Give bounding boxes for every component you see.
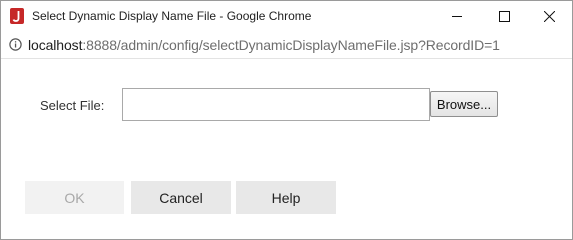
close-icon: [543, 10, 555, 22]
minimize-icon: [451, 15, 462, 17]
url-text[interactable]: localhost:8888/admin/config/selectDynami…: [28, 37, 500, 53]
select-file-label: Select File:: [40, 98, 105, 113]
close-button[interactable]: [526, 1, 572, 31]
title-bar[interactable]: Select Dynamic Display Name File - Googl…: [1, 1, 572, 31]
browse-button[interactable]: Browse...: [430, 91, 498, 117]
url-path: :8888/admin/config/selectDynamicDisplayN…: [82, 37, 500, 53]
info-icon[interactable]: [9, 38, 22, 51]
app-logo-icon: [10, 8, 24, 24]
cancel-button[interactable]: Cancel: [131, 181, 231, 214]
browser-window: Select Dynamic Display Name File - Googl…: [0, 0, 573, 240]
maximize-button[interactable]: [481, 1, 527, 31]
dialog-content: Select File: Browse... OK Cancel Help: [1, 59, 572, 239]
maximize-icon: [498, 10, 510, 22]
url-host: localhost: [28, 37, 83, 53]
ok-button[interactable]: OK: [25, 181, 124, 214]
window-title: Select Dynamic Display Name File - Googl…: [32, 9, 312, 23]
address-bar[interactable]: localhost:8888/admin/config/selectDynami…: [1, 31, 572, 59]
help-button[interactable]: Help: [236, 181, 336, 214]
minimize-button[interactable]: [434, 1, 480, 31]
file-path-input[interactable]: [122, 88, 430, 121]
